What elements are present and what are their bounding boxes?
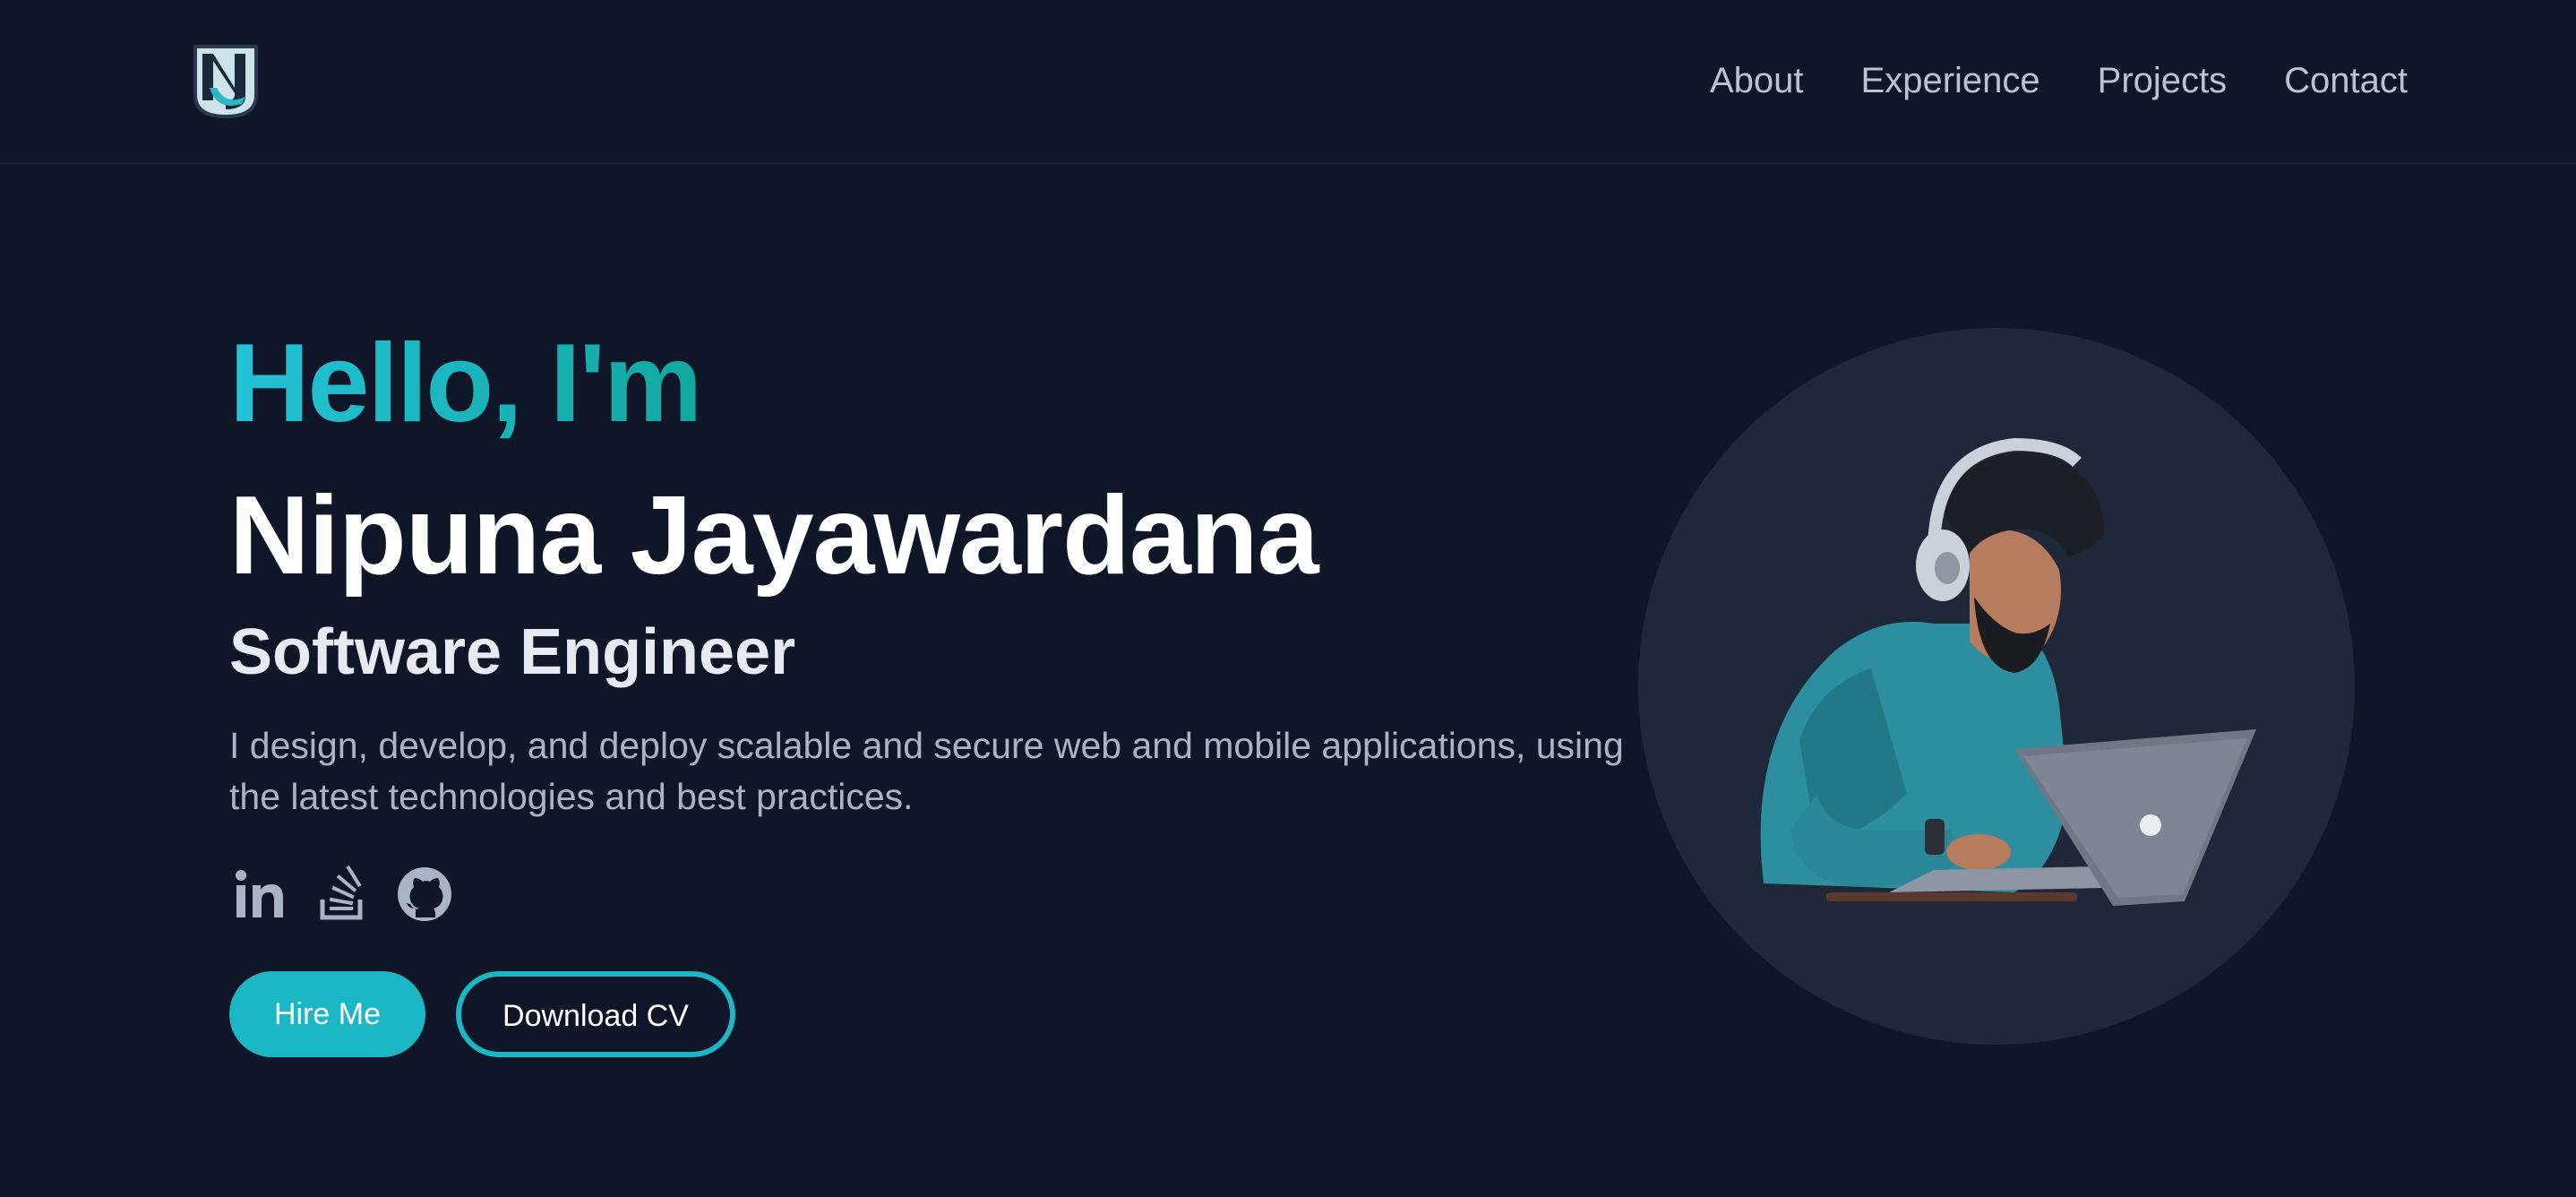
- hire-me-button[interactable]: Hire Me: [229, 971, 426, 1057]
- github-icon[interactable]: [394, 864, 455, 925]
- linkedin-icon[interactable]: [229, 864, 290, 925]
- download-cv-button[interactable]: Download CV: [456, 971, 735, 1057]
- stackoverflow-icon[interactable]: [312, 864, 373, 925]
- hero-name: Nipuna Jayawardana: [229, 474, 1319, 598]
- social-links: [229, 864, 1627, 925]
- hero-role: Software Engineer: [229, 616, 796, 688]
- hero-buttons: Hire Me Download CV: [229, 971, 1627, 1057]
- navbar: About Experience Projects Contact: [0, 0, 2576, 164]
- hero-tagline: I design, develop, and deploy scalable a…: [229, 725, 1624, 817]
- avatar-illustration: [1638, 328, 2355, 1045]
- nav-experience[interactable]: Experience: [1861, 52, 2040, 109]
- nav-contact[interactable]: Contact: [2284, 52, 2408, 109]
- nav-links: About Experience Projects Contact: [1710, 52, 2408, 109]
- nav-about[interactable]: About: [1710, 52, 1804, 109]
- nj-logo[interactable]: [190, 41, 262, 122]
- hero-intro: Hello, I'm Nipuna Jayawardana Software E…: [229, 312, 1627, 1057]
- nav-projects[interactable]: Projects: [2098, 52, 2228, 109]
- hero-greeting: Hello, I'm: [229, 312, 702, 455]
